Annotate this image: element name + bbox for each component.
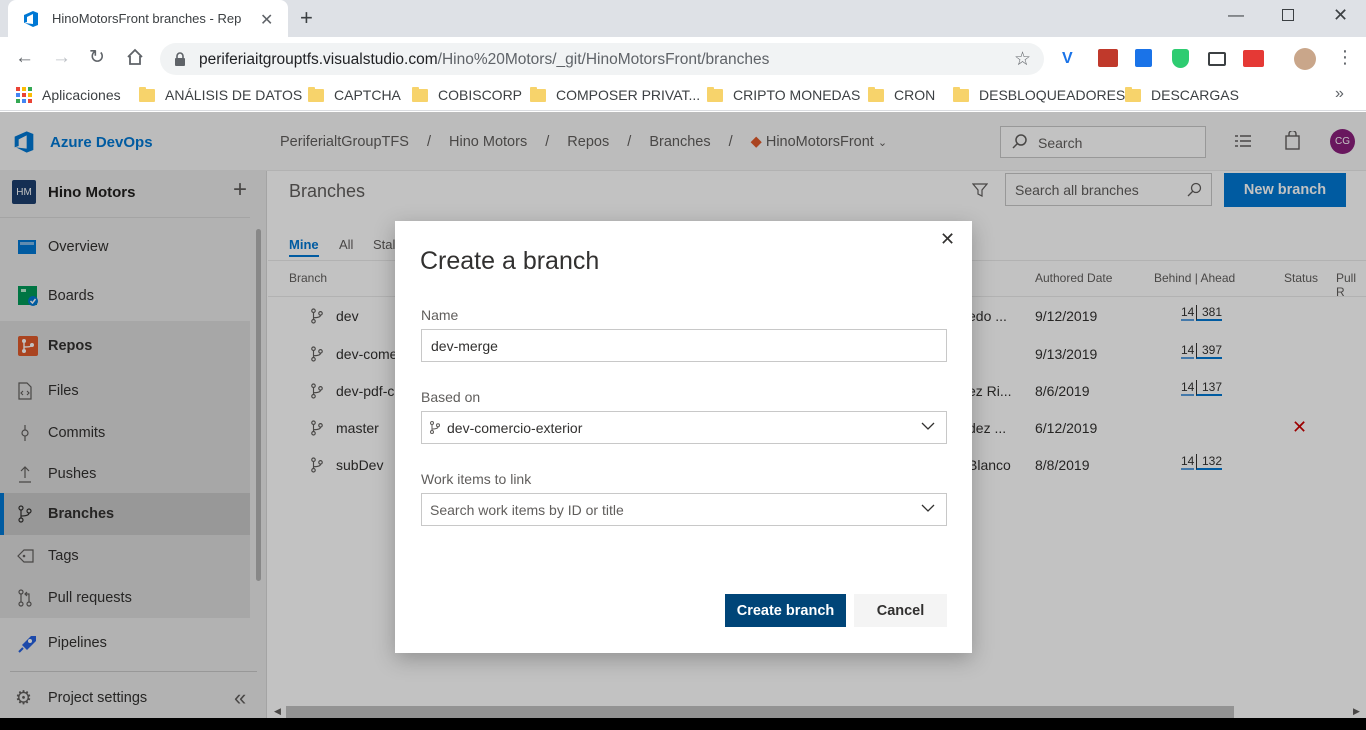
bookmark-label: CAPTCHA	[334, 87, 401, 103]
window-close-icon[interactable]: ✕	[1333, 5, 1348, 26]
extension-lastpass-icon[interactable]	[1243, 50, 1264, 67]
home-icon[interactable]	[126, 48, 144, 66]
create-branch-dialog: Create a branch ✕ Name dev-merge Based o…	[395, 221, 972, 653]
create-branch-button[interactable]: Create branch	[725, 594, 846, 627]
bookmark-label: COMPOSER PRIVAT...	[556, 87, 701, 103]
url-host: periferiaitgrouptfs.visualstudio.com	[199, 51, 438, 68]
browser-tab[interactable]: HinoMotorsFront branches - Rep ✕	[8, 0, 288, 37]
reload-icon[interactable]: ↻	[89, 46, 105, 69]
based-on-label: Based on	[421, 389, 481, 405]
bookmark-label: COBISCORP	[438, 87, 523, 103]
bookmark-folder[interactable]: CRIPTO MONEDAS	[707, 86, 861, 103]
bookmark-label: Aplicaciones	[42, 87, 121, 103]
bookmark-folder[interactable]: CRON	[868, 86, 936, 103]
folder-icon	[412, 86, 428, 102]
close-tab-icon[interactable]: ✕	[260, 10, 273, 30]
minimize-icon[interactable]: —	[1228, 7, 1244, 25]
name-label: Name	[421, 307, 459, 323]
azure-devops-favicon-icon	[22, 10, 40, 28]
work-items-picker[interactable]: Search work items by ID or title	[421, 493, 947, 526]
branch-name-value: dev-merge	[431, 338, 498, 354]
bookmark-label: ANÁLISIS DE DATOS	[165, 87, 303, 103]
work-items-placeholder: Search work items by ID or title	[430, 502, 624, 518]
extension-shield-icon[interactable]	[1172, 49, 1189, 68]
bookmark-label: DESCARGAS	[1151, 87, 1239, 103]
os-taskbar	[0, 718, 1366, 730]
folder-icon	[530, 86, 546, 102]
branch-name-input[interactable]: dev-merge	[421, 329, 947, 362]
close-icon[interactable]: ✕	[940, 229, 955, 250]
based-on-dropdown[interactable]: dev-comercio-exterior	[421, 411, 947, 444]
profile-avatar[interactable]	[1294, 48, 1316, 70]
chevron-down-icon	[921, 504, 935, 513]
extension-save-icon[interactable]	[1135, 49, 1152, 67]
apps-grid-icon	[16, 87, 32, 103]
address-bar[interactable]: periferiaitgrouptfs.visualstudio.com/Hin…	[160, 43, 1044, 75]
folder-icon	[707, 86, 723, 102]
bookmark-folder[interactable]: ANÁLISIS DE DATOS	[139, 86, 303, 103]
back-icon[interactable]: ←	[15, 47, 34, 69]
bookmark-folder[interactable]: COBISCORP	[412, 86, 523, 103]
forward-icon[interactable]: →	[52, 47, 71, 69]
bookmark-folder[interactable]: COMPOSER PRIVAT...	[530, 86, 701, 103]
folder-icon	[308, 86, 324, 102]
lock-icon	[174, 52, 186, 66]
folder-icon	[868, 86, 884, 102]
bookmarks-bar: Aplicaciones ANÁLISIS DE DATOS CAPTCHA C…	[0, 81, 1366, 111]
branch-icon	[429, 420, 441, 435]
url-path: /Hino%20Motors/_git/HinoMotorsFront/bran…	[437, 51, 770, 68]
folder-icon	[953, 86, 969, 102]
work-items-label: Work items to link	[421, 471, 532, 487]
extension-wallet-icon[interactable]	[1098, 49, 1118, 67]
chrome-menu-icon[interactable]: ⋮	[1336, 47, 1354, 68]
bookmark-label: CRON	[894, 87, 936, 103]
more-bookmarks-icon[interactable]: »	[1335, 85, 1344, 103]
new-tab-icon[interactable]: +	[300, 5, 313, 31]
bookmark-label: DESBLOQUEADORES	[979, 87, 1126, 103]
extension-v-icon[interactable]: V	[1062, 50, 1080, 68]
bookmark-label: CRIPTO MONEDAS	[733, 87, 861, 103]
folder-icon	[139, 86, 155, 102]
bookmark-folder[interactable]: CAPTCHA	[308, 86, 401, 103]
dialog-title: Create a branch	[420, 247, 600, 275]
cancel-button[interactable]: Cancel	[854, 594, 947, 627]
browser-tab-strip: HinoMotorsFront branches - Rep ✕ + — ✕	[0, 0, 1366, 37]
chevron-down-icon	[921, 422, 935, 431]
extension-pip-icon[interactable]	[1208, 52, 1226, 66]
bookmark-star-icon[interactable]: ☆	[1014, 48, 1031, 71]
bookmark-folder[interactable]: DESBLOQUEADORES	[953, 86, 1126, 103]
bookmark-folder[interactable]: DESCARGAS	[1125, 86, 1239, 103]
based-on-value: dev-comercio-exterior	[447, 420, 583, 436]
folder-icon	[1125, 86, 1141, 102]
bookmark-apps[interactable]: Aplicaciones	[16, 87, 121, 103]
maximize-icon[interactable]	[1282, 9, 1294, 21]
tab-title: HinoMotorsFront branches - Rep	[52, 11, 242, 26]
